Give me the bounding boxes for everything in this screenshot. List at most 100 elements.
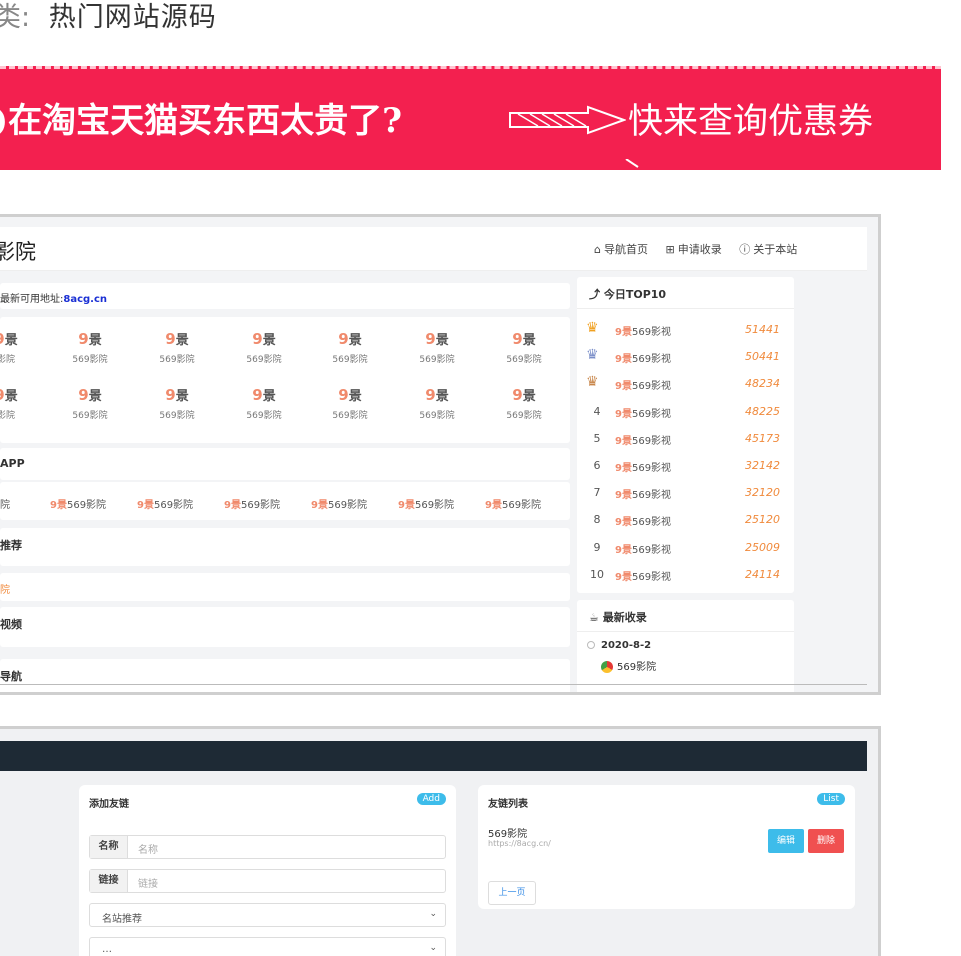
site-grid-item[interactable]: 9景 569影院 bbox=[147, 331, 207, 365]
site-grid-item[interactable]: 9景 569影院 bbox=[234, 387, 294, 421]
app-logo: 9景 bbox=[311, 500, 328, 511]
top10-label: 9景569影视 bbox=[615, 408, 672, 420]
link-field[interactable]: 链接 链接 bbox=[89, 869, 446, 893]
edit-button[interactable]: 编辑 bbox=[768, 829, 804, 853]
site-grid-item[interactable]: 9景 569影院 bbox=[234, 331, 294, 365]
category-value[interactable]: 热门网站源码 bbox=[49, 2, 217, 33]
top10-label: 9景569影视 bbox=[615, 435, 672, 447]
app-list-item[interactable]: 9景569影院 bbox=[485, 496, 541, 511]
site-grid-item[interactable]: 9景 569影院 bbox=[494, 387, 554, 421]
top10-row[interactable]: ♛ 9景569影视 50441 bbox=[577, 344, 794, 371]
site-logo: 9景 bbox=[338, 386, 362, 404]
site-screenshot: 影院 ⌂导航首页 ⊞申请收录 ⓘ关于本站 最新可用地址:8acg.cn 9景影院… bbox=[0, 214, 881, 695]
top10-row[interactable]: 8 9景569影视 25120 bbox=[577, 507, 794, 534]
site-header: 影院 ⌂导航首页 ⊞申请收录 ⓘ关于本站 bbox=[0, 227, 867, 271]
admin-topbar bbox=[0, 741, 867, 771]
top10-label: 9景569影视 bbox=[615, 517, 672, 529]
banner-left-text: )在淘宝天猫买东西太贵了? bbox=[0, 101, 403, 141]
nav-about[interactable]: ⓘ 关于本站 bbox=[739, 243, 797, 256]
top10-row[interactable]: ♛ 9景569影视 51441 bbox=[577, 317, 794, 344]
section-app-title: APP bbox=[0, 448, 570, 480]
top10-score: 50441 bbox=[745, 350, 780, 364]
top10-row[interactable]: 7 9景569影视 32120 bbox=[577, 480, 794, 507]
app-logo: 9景 bbox=[398, 500, 415, 511]
app-list-item[interactable]: 影院 bbox=[0, 496, 10, 511]
latest-site[interactable]: 569影院 bbox=[601, 658, 656, 673]
site-grid-item[interactable]: 9景影院 bbox=[0, 387, 36, 421]
section-recommend-title: 推荐 bbox=[0, 528, 570, 566]
plus-square-icon: ⊞ bbox=[665, 243, 675, 256]
site-grid-name: 569影院 bbox=[159, 355, 195, 365]
site-grid-name: 569影院 bbox=[332, 355, 368, 365]
divider bbox=[0, 684, 867, 685]
link-list-title: 友链列表 bbox=[488, 799, 528, 810]
rank-number: 9 bbox=[593, 540, 601, 554]
coupon-banner[interactable]: )在淘宝天猫买东西太贵了? 快来查询优惠券 bbox=[0, 66, 941, 170]
site-grid-name: 569影院 bbox=[419, 355, 455, 365]
site-grid: 9景影院9景569影院9景569影院9景569影院9景569影院9景569影院9… bbox=[0, 317, 570, 443]
site-grid-name: 569影院 bbox=[332, 411, 368, 421]
site-grid-item[interactable]: 9景 569影院 bbox=[407, 387, 467, 421]
latest-date: 2020-8-2 bbox=[587, 640, 651, 651]
rank-number: 5 bbox=[593, 431, 601, 445]
site-grid-name: 569影院 bbox=[246, 411, 282, 421]
site-grid-name: 569影院 bbox=[72, 355, 108, 365]
nav-apply[interactable]: ⊞ 申请收录 bbox=[665, 243, 721, 256]
site-grid-item[interactable]: 9景 569影院 bbox=[494, 331, 554, 365]
second-select[interactable]: … ⌄ bbox=[89, 937, 446, 956]
site-logo: 9景 bbox=[252, 386, 276, 404]
info-icon: ⓘ bbox=[739, 243, 751, 256]
rank-number: 7 bbox=[593, 486, 601, 500]
top10-row[interactable]: 5 9景569影视 45173 bbox=[577, 426, 794, 453]
top10-label: 9景569影视 bbox=[615, 463, 672, 474]
top10-row[interactable]: 10 9景569影视 24114 bbox=[577, 562, 794, 589]
top10-row[interactable]: 9 9景569影视 25009 bbox=[577, 535, 794, 562]
chrome-icon bbox=[601, 661, 613, 673]
app-list-item[interactable]: 9景569影院 bbox=[137, 496, 193, 511]
add-badge: Add bbox=[416, 793, 446, 805]
site-grid-item[interactable]: 9景 569影院 bbox=[60, 387, 120, 421]
site-logo: 9景 bbox=[0, 331, 18, 348]
top10-row[interactable]: 6 9景569影视 32142 bbox=[577, 453, 794, 480]
crown-icon: ♛ bbox=[586, 320, 599, 336]
link-item-url[interactable]: https://8acg.cn/ bbox=[488, 839, 551, 848]
app-list-item[interactable]: 9景569影院 bbox=[50, 496, 106, 511]
trend-icon: ⤴ bbox=[589, 288, 604, 301]
app-list-item[interactable]: 9景569影院 bbox=[311, 496, 367, 511]
site-grid-item[interactable]: 9景 569影院 bbox=[60, 331, 120, 365]
prev-page-button[interactable]: 上一页 bbox=[488, 881, 536, 905]
site-grid-item[interactable]: 9景 569影院 bbox=[320, 387, 380, 421]
category-select[interactable]: 名站推荐 ⌄ bbox=[89, 903, 446, 927]
site-logo: 9景 bbox=[165, 386, 189, 404]
top10-row[interactable]: 4 9景569影视 48225 bbox=[577, 399, 794, 426]
hot-item[interactable]: 院 bbox=[0, 573, 570, 601]
site-grid-name: 569影院 bbox=[506, 411, 542, 421]
site-grid-item[interactable]: 9景 569影院 bbox=[407, 331, 467, 365]
site-logo: 9景 bbox=[512, 330, 536, 348]
site-grid-item[interactable]: 9景 569影院 bbox=[320, 331, 380, 365]
app-list-item[interactable]: 9景569影院 bbox=[398, 496, 454, 511]
notice-bar: 最新可用地址:8acg.cn bbox=[0, 283, 570, 309]
site-logo: 9景 bbox=[252, 330, 276, 348]
notice-url[interactable]: 8acg.cn bbox=[63, 294, 107, 305]
site-title[interactable]: 影院 bbox=[0, 236, 36, 266]
site-logo: 9景 bbox=[0, 387, 18, 404]
top10-row[interactable]: ♛ 9景569影视 48234 bbox=[577, 371, 794, 398]
rank-number: 10 bbox=[590, 567, 604, 581]
site-logo: 9景 bbox=[425, 386, 449, 404]
app-logo: 9景 bbox=[485, 500, 502, 511]
top10-score: 25009 bbox=[745, 540, 780, 554]
site-grid-name: 569影院 bbox=[159, 411, 195, 421]
top10-label: 9景569影视 bbox=[615, 381, 672, 393]
top10-label: 9景569影视 bbox=[615, 490, 672, 502]
delete-button[interactable]: 删除 bbox=[808, 829, 844, 853]
site-grid-item[interactable]: 9景影院 bbox=[0, 331, 36, 365]
nav-home[interactable]: ⌂ 导航首页 bbox=[594, 243, 648, 256]
pointer-icon bbox=[625, 159, 639, 168]
site-grid-item[interactable]: 9景 569影院 bbox=[147, 387, 207, 421]
name-field[interactable]: 名称 名称 bbox=[89, 835, 446, 859]
site-grid-name: 569影院 bbox=[419, 411, 455, 421]
top10-label: 9景569影视 bbox=[615, 354, 672, 366]
app-list-item[interactable]: 9景569影院 bbox=[224, 496, 280, 511]
top10-title: ⤴ 今日TOP10 bbox=[577, 277, 794, 309]
